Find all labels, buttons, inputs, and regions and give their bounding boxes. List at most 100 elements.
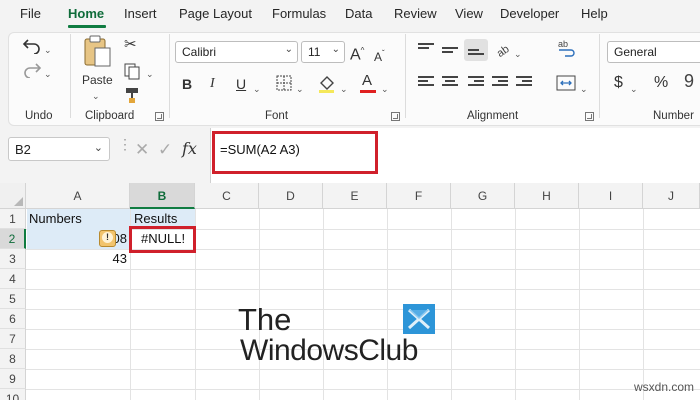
row-header-1[interactable]: 1 [0,209,26,229]
row-header-7[interactable]: 7 [0,329,26,349]
row-header-3[interactable]: 3 [0,249,26,269]
row-header-5[interactable]: 5 [0,289,26,309]
font-size-value: 11 [308,45,321,59]
column-header-d[interactable]: D [259,183,323,209]
formula-bar-grip-icon[interactable]: ⋮ [118,137,132,151]
underline-dropdown-icon[interactable]: ⌄ [253,81,261,97]
number-format-select[interactable]: General [607,41,700,63]
tab-data[interactable]: Data [345,6,372,21]
merge-center-icon[interactable] [556,74,576,92]
copy-icon[interactable] [123,62,141,80]
row-header-2[interactable]: 2 [0,229,26,249]
group-label-font: Font [265,110,289,122]
gridline [26,369,700,370]
currency-dropdown-icon[interactable]: ⌄ [630,81,638,97]
font-color-dropdown-icon[interactable]: ⌄ [381,81,389,97]
clipboard-launcher-icon[interactable] [155,112,164,121]
tab-formulas[interactable]: Formulas [272,6,326,21]
column-header-c[interactable]: C [195,183,259,209]
cell-a3[interactable]: 43 [27,249,130,269]
tab-help[interactable]: Help [581,6,608,21]
column-header-f[interactable]: F [387,183,451,209]
decrease-indent-icon[interactable] [492,76,508,89]
alignment-launcher-icon[interactable] [585,112,594,121]
undo-dropdown-icon[interactable]: ⌄ [44,42,52,58]
name-box[interactable]: B2 ⌄ [8,137,110,161]
undo-icon[interactable] [22,36,42,54]
italic-button[interactable]: I [210,76,215,92]
tab-review[interactable]: Review [394,6,437,21]
redo-dropdown-icon[interactable]: ⌄ [44,66,52,82]
fill-color-icon[interactable] [317,74,337,94]
source-watermark: wsxdn.com [634,380,695,394]
number-format-value: General [614,45,657,59]
fill-color-dropdown-icon[interactable]: ⌄ [340,81,348,97]
column-header-j[interactable]: J [643,183,700,209]
font-color-icon[interactable]: A [362,73,372,89]
row-header-4[interactable]: 4 [0,269,26,289]
select-all-corner[interactable] [0,183,26,209]
tab-insert[interactable]: Insert [124,6,157,21]
borders-icon[interactable] [276,75,292,91]
group-label-clipboard: Clipboard [85,110,135,122]
tab-page-layout[interactable]: Page Layout [179,6,252,21]
tab-file[interactable]: File [20,6,41,21]
copy-dropdown-icon[interactable]: ⌄ [146,66,154,82]
tab-view[interactable]: View [455,6,483,21]
currency-button[interactable]: $ [614,75,623,91]
formula-highlight-box [212,131,378,174]
column-header-e[interactable]: E [323,183,387,209]
comma-style-button[interactable]: 9 [684,72,694,90]
orientation-icon[interactable]: ab [494,38,512,58]
align-left-icon[interactable] [418,76,434,89]
underline-button[interactable]: U [236,76,246,92]
bottom-align-icon [468,45,484,58]
bold-button[interactable]: B [182,76,192,92]
borders-dropdown-icon[interactable]: ⌄ [296,81,304,97]
row-header-6[interactable]: 6 [0,309,26,329]
column-header-g[interactable]: G [451,183,515,209]
separator [405,34,406,118]
font-launcher-icon[interactable] [391,112,400,121]
cut-icon[interactable]: ✂ [124,37,137,53]
font-name-select[interactable]: Calibri ⌄ [175,41,298,63]
merge-dropdown-icon[interactable]: ⌄ [580,81,588,97]
paste-icon[interactable] [82,34,112,68]
shrink-font-icon[interactable]: Aˇ [374,46,385,65]
column-header-i[interactable]: I [579,183,643,209]
separator [70,34,71,118]
align-center-icon[interactable] [442,76,458,89]
middle-align-icon[interactable] [442,43,458,56]
insert-function-button[interactable]: fx [182,139,197,158]
column-header-a[interactable]: A [26,183,130,209]
row-header-9[interactable]: 9 [0,369,26,389]
align-right-icon[interactable] [468,76,484,89]
cell-a1[interactable]: Numbers [27,209,130,229]
enter-check-icon[interactable]: ✓ [158,140,172,160]
increase-indent-icon[interactable] [516,76,532,89]
wrap-text-icon[interactable]: ab [556,38,576,58]
row-header-8[interactable]: 8 [0,349,26,369]
format-painter-icon[interactable] [123,86,141,104]
group-label-alignment: Alignment [467,110,519,122]
gridline [451,209,452,400]
paste-label[interactable]: Paste [82,72,113,88]
row-header-10[interactable]: 10 [0,389,26,400]
percent-button[interactable]: % [654,75,668,91]
grow-font-icon[interactable]: A^ [350,43,364,63]
paste-dropdown-icon[interactable]: ⌄ [92,88,100,104]
cancel-icon[interactable]: ✕ [135,140,149,160]
ribbon: ⌄ ⌄ Undo Paste ⌄ ✂ ⌄ Clipboard Calibri ⌄… [0,28,700,128]
error-warning-icon[interactable]: ! [99,230,116,247]
tab-home[interactable]: Home [68,6,104,21]
orientation-dropdown-icon[interactable]: ⌄ [514,46,522,62]
tab-developer[interactable]: Developer [500,6,559,21]
top-align-icon[interactable] [418,43,434,56]
redo-icon[interactable] [22,60,42,78]
menu-bar: File Home Insert Page Layout Formulas Da… [0,0,700,28]
column-header-h[interactable]: H [515,183,579,209]
column-header-b[interactable]: B [130,183,195,209]
gridline [579,209,580,400]
font-size-select[interactable]: 11 ⌄ [301,41,345,63]
group-label-undo: Undo [25,110,53,122]
